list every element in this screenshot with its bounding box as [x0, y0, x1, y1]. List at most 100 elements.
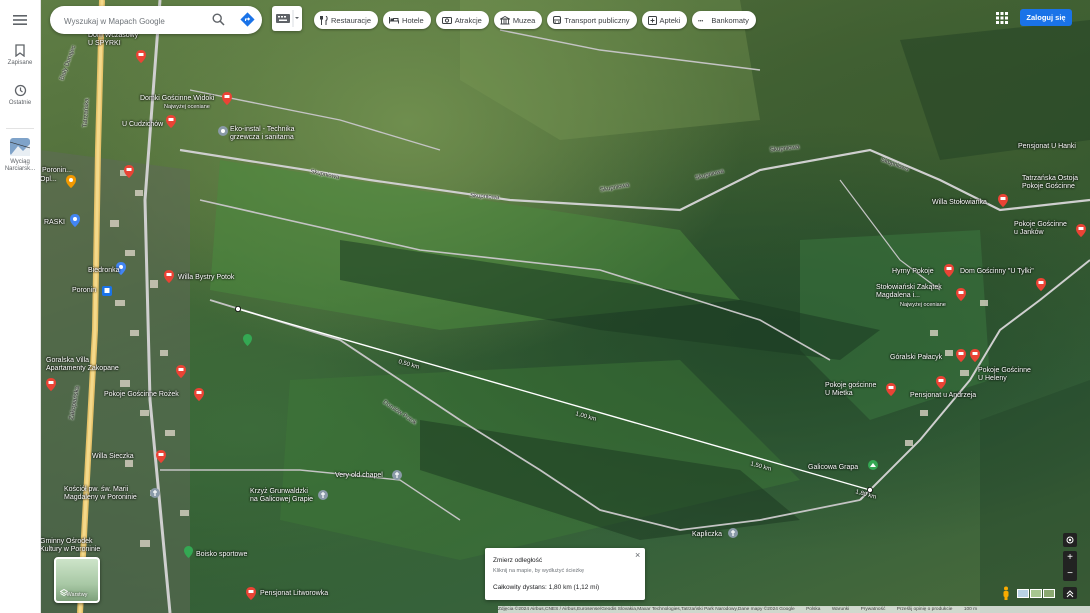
close-button[interactable]: × — [635, 550, 640, 560]
place-label: Pokoje Gościnne U Heleny — [978, 367, 1031, 382]
atm-icon: ••• — [698, 19, 704, 24]
lodging-pin-icon[interactable] — [246, 587, 256, 600]
directions-icon[interactable] — [240, 12, 255, 27]
church-icon[interactable] — [150, 488, 160, 498]
fork-knife-icon — [320, 15, 328, 25]
place-label: Willa Bystry Potok — [178, 274, 235, 281]
bus-stop-icon[interactable] — [102, 286, 112, 296]
place-label: Stołowiański Zakątek Magdalena i... — [876, 284, 942, 299]
pharmacy-icon — [647, 15, 657, 25]
chapel-icon[interactable] — [728, 528, 738, 538]
attribution-bar: Zdjęcia ©2024 Airbus,CNES / Airbus,Euros… — [498, 606, 1090, 613]
chapel-icon[interactable] — [392, 470, 402, 480]
zoom-in-button[interactable]: + — [1063, 551, 1077, 565]
peak-icon[interactable] — [868, 460, 878, 472]
place-label: Kościół pw. św. Marii Magdaleny w Poroni… — [64, 486, 137, 501]
expand-icon[interactable] — [1063, 587, 1077, 599]
zoom-out-button[interactable]: − — [1063, 567, 1077, 581]
place-label: Pensjonat Litworowka — [260, 590, 329, 597]
park-pin-icon[interactable] — [243, 334, 252, 346]
chip-label: Transport publiczny — [564, 15, 630, 25]
place-label: Galicowa Grapa — [808, 464, 859, 471]
chip-pharmacies[interactable]: Apteki — [641, 11, 688, 29]
place-label: Poronin... — [42, 167, 72, 174]
chip-label: Restauracje — [331, 15, 372, 25]
lodging-pin-icon[interactable] — [886, 383, 896, 396]
map-canvas[interactable]: Skupniowa Skupniowa Skupniowa Skupniowa … — [40, 0, 1090, 613]
map-type-thumb[interactable] — [1030, 589, 1042, 598]
privacy-link[interactable]: Prywatność — [861, 607, 886, 612]
lodging-pin-icon[interactable] — [956, 349, 966, 362]
attribution-country[interactable]: Polska — [806, 607, 820, 612]
park-pin-icon[interactable] — [184, 546, 193, 558]
recent-place-button[interactable]: Wyciąg Narciarsk... — [0, 138, 40, 173]
lodging-pin-icon[interactable] — [46, 378, 56, 391]
keyboard-icon — [276, 10, 299, 27]
my-location-icon — [1066, 536, 1074, 544]
shop-pin-icon[interactable] — [70, 214, 80, 227]
lodging-pin-icon[interactable] — [156, 450, 166, 463]
menu-icon[interactable] — [11, 12, 29, 28]
lodging-pin-icon[interactable] — [222, 92, 232, 105]
recent-label: Ostatnie — [8, 100, 32, 106]
chip-atms[interactable]: ••• Bankomaty — [692, 11, 756, 29]
lodging-pin-icon[interactable] — [136, 50, 146, 63]
place-label: Willa Stołowianka — [932, 199, 987, 206]
lodging-pin-icon[interactable] — [936, 376, 946, 389]
place-label: Pensjonat U Hanki — [1018, 143, 1076, 150]
chip-label: Muzea — [512, 15, 536, 25]
recent-button[interactable]: Ostatnie — [0, 84, 40, 107]
place-badge: Najwyżej oceniane — [164, 104, 210, 110]
history-icon — [14, 84, 26, 97]
chip-restaurants[interactable]: Restauracje — [314, 11, 379, 29]
shop-pin-icon[interactable] — [66, 175, 76, 188]
lodging-pin-icon[interactable] — [1036, 278, 1046, 291]
lodging-pin-icon[interactable] — [956, 288, 966, 301]
scale-label[interactable]: 100 m — [964, 607, 977, 612]
keyboard-input-button[interactable] — [272, 6, 302, 31]
place-label: Kapliczka — [692, 531, 722, 538]
svg-text:•••: ••• — [698, 19, 704, 24]
lodging-pin-icon[interactable] — [1076, 224, 1086, 237]
map-type-thumbnails[interactable] — [1017, 589, 1055, 598]
place-label: Pokoje Gościnne u Janków — [1014, 221, 1067, 236]
measure-distance-card: Zmierz odległość Kliknij na mapie, by wy… — [485, 548, 645, 600]
feedback-link[interactable]: Prześlij opinię o produkcie — [897, 607, 953, 612]
place-badge: Najwyżej oceniane — [900, 302, 946, 308]
chip-museums[interactable]: Muzea — [493, 11, 543, 29]
map-type-thumb[interactable] — [1017, 589, 1029, 598]
saved-button[interactable]: Zapisane — [0, 44, 40, 67]
lodging-pin-icon[interactable] — [970, 349, 980, 362]
lodging-pin-icon[interactable] — [998, 194, 1008, 207]
place-label: Hyrny Pokoje — [892, 268, 934, 275]
pegman-icon[interactable] — [1000, 586, 1012, 600]
recent-place-label: Wyciąg Narciarsk... — [4, 159, 36, 172]
chip-attractions[interactable]: Atrakcje — [435, 11, 489, 29]
search-icon[interactable] — [212, 13, 225, 26]
lodging-pin-icon[interactable] — [944, 264, 954, 277]
my-location-button[interactable] — [1063, 533, 1077, 547]
lodging-pin-icon[interactable] — [166, 115, 176, 128]
monument-icon[interactable] — [318, 490, 328, 500]
place-label: Opl... — [40, 176, 57, 183]
lodging-pin-icon[interactable] — [164, 270, 174, 283]
place-label: Poronin — [72, 287, 97, 294]
lodging-pin-icon[interactable] — [176, 365, 186, 378]
chip-transit[interactable]: Transport publiczny — [547, 11, 637, 29]
rail-divider — [6, 128, 34, 129]
terms-link[interactable]: Warunki — [832, 607, 849, 612]
lodging-pin-icon[interactable] — [124, 165, 134, 178]
ski-lift-thumbnail-icon — [10, 138, 30, 156]
left-rail: Zapisane Ostatnie Wyciąg Narciarsk... — [0, 0, 41, 613]
place-label: Gminny Ośrodek Kultury w Poroninie — [40, 538, 101, 553]
search-input[interactable] — [62, 12, 206, 30]
login-button[interactable]: Zaloguj się — [1020, 9, 1072, 26]
chip-hotels[interactable]: Hotele — [383, 11, 431, 29]
service-icon[interactable] — [218, 126, 228, 136]
place-label: Pokoje gościnne U Mietka — [825, 382, 877, 397]
lodging-pin-icon[interactable] — [194, 388, 204, 401]
layers-button[interactable]: Warstwy — [54, 557, 100, 603]
place-label: Goralska Villa Apartamenty Zakopane — [46, 357, 119, 372]
apps-grid-icon[interactable] — [996, 12, 1008, 24]
map-type-thumb[interactable] — [1043, 589, 1055, 598]
